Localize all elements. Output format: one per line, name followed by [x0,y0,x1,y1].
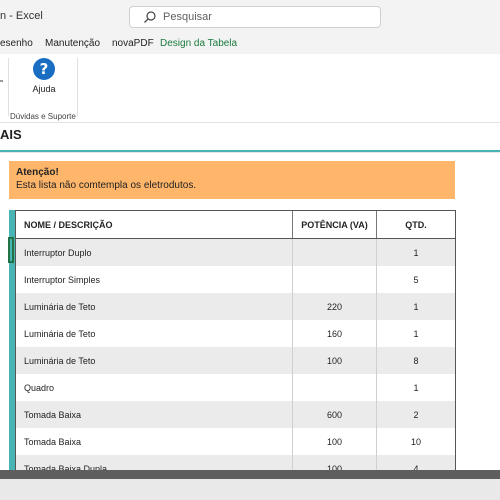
header-name[interactable]: NOME / DESCRIÇÃO [16,211,292,238]
cell-name[interactable]: Luminária de Teto [16,320,292,347]
ribbon-separator [8,58,9,116]
cell-power[interactable]: 160 [292,320,376,347]
materials-table: NOME / DESCRIÇÃO POTÊNCIA (VA) QTD. Inte… [15,210,456,482]
ribbon-group-label: Dúvidas e Suporte [10,112,76,121]
table-row[interactable]: Tomada Baixa 600 2 [16,401,455,428]
table-row[interactable]: Luminária de Teto 220 1 [16,293,455,320]
table-row[interactable]: Tomada Baixa 100 10 [16,428,455,455]
table-row[interactable]: Interruptor Duplo 1 [16,239,455,266]
sheet-tabs-bar [0,479,500,500]
cell-power[interactable]: 600 [292,401,376,428]
alert-box: Atenção! Esta lista não comtempla os ele… [9,161,455,199]
cell-qty[interactable]: 8 [376,347,455,374]
active-cell[interactable] [8,237,14,263]
table-header: NOME / DESCRIÇÃO POTÊNCIA (VA) QTD. [16,211,455,239]
tab-novapdf[interactable]: novaPDF [112,38,154,49]
cell-qty[interactable]: 1 [376,320,455,347]
search-icon [144,11,156,23]
ribbon-divider [0,80,3,82]
cell-power[interactable] [292,374,376,401]
horizontal-scrollbar[interactable] [0,470,500,479]
cell-name[interactable]: Luminária de Teto [16,293,292,320]
cell-qty[interactable]: 2 [376,401,455,428]
cell-power[interactable] [292,239,376,266]
table-row[interactable]: Luminária de Teto 100 8 [16,347,455,374]
cell-power[interactable]: 220 [292,293,376,320]
table-row[interactable]: Luminária de Teto 160 1 [16,320,455,347]
header-qty[interactable]: QTD. [376,211,455,238]
search-placeholder: Pesquisar [163,11,212,23]
ribbon-separator [77,58,78,116]
cell-qty[interactable]: 1 [376,293,455,320]
table-row[interactable]: Quadro 1 [16,374,455,401]
tab-manutencao[interactable]: Manutenção [45,38,100,49]
cell-name[interactable]: Tomada Baixa [16,401,292,428]
cell-qty[interactable]: 1 [376,374,455,401]
help-icon: ? [33,58,55,80]
cell-name[interactable]: Tomada Baixa [16,428,292,455]
header-power[interactable]: POTÊNCIA (VA) [292,211,376,238]
cell-power[interactable] [292,266,376,293]
cell-name[interactable]: Interruptor Simples [16,266,292,293]
tab-design-da-tabela[interactable]: Design da Tabela [160,38,237,49]
table-body: Interruptor Duplo 1 Interruptor Simples 5 Lu… [16,239,455,482]
cell-name[interactable]: Interruptor Duplo [16,239,292,266]
cell-qty[interactable]: 10 [376,428,455,455]
help-button[interactable]: ? Ajuda [24,58,64,100]
search-box[interactable]: Pesquisar [129,6,381,28]
cell-power[interactable]: 100 [292,428,376,455]
cell-qty[interactable]: 1 [376,239,455,266]
ribbon: ? Ajuda Dúvidas e Suporte [0,54,500,123]
alert-title: Atenção! [16,167,59,178]
worksheet[interactable]: AIS Atenção! Esta lista não comtempla os… [0,123,500,482]
cell-name[interactable]: Luminária de Teto [16,347,292,374]
sheet-title: AIS [0,127,22,142]
cell-power[interactable]: 100 [292,347,376,374]
ribbon-tabs: esenho Manutenção novaPDF Design da Tabe… [0,34,500,54]
gridline [0,152,500,153]
title-bar: n - Excel Pesquisar [0,0,500,34]
help-label: Ajuda [32,84,56,94]
table-row[interactable]: Interruptor Simples 5 [16,266,455,293]
cell-qty[interactable]: 5 [376,266,455,293]
tab-desenho[interactable]: esenho [0,38,33,49]
cell-name[interactable]: Quadro [16,374,292,401]
window-title: n - Excel [0,10,43,22]
alert-text: Esta lista não comtempla os eletrodutos. [16,180,197,191]
